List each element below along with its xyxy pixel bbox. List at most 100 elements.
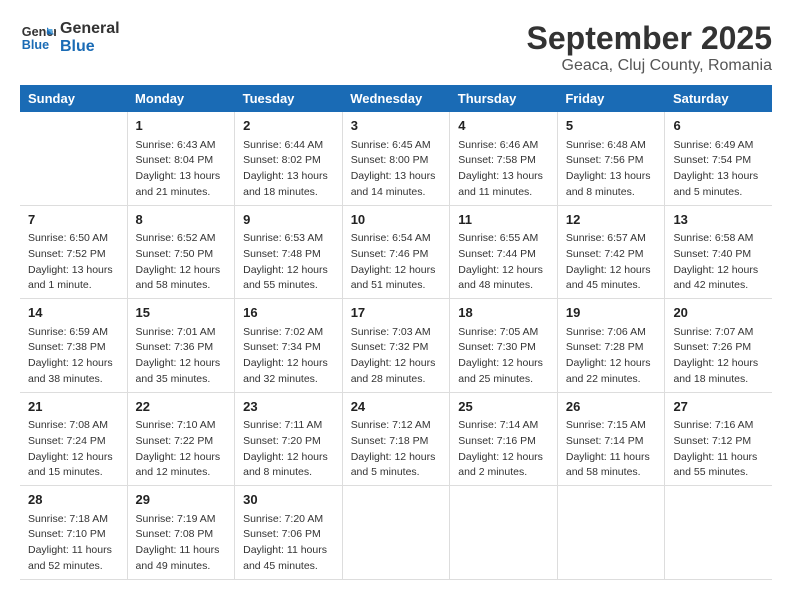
calendar-cell — [20, 112, 127, 205]
cell-info: Sunrise: 7:01 AM Sunset: 7:36 PM Dayligh… — [136, 325, 227, 388]
cell-info: Sunrise: 7:19 AM Sunset: 7:08 PM Dayligh… — [136, 512, 227, 575]
calendar-cell: 6Sunrise: 6:49 AM Sunset: 7:54 PM Daylig… — [665, 112, 772, 205]
week-row: 14Sunrise: 6:59 AM Sunset: 7:38 PM Dayli… — [20, 299, 772, 393]
cell-info: Sunrise: 7:06 AM Sunset: 7:28 PM Dayligh… — [566, 325, 657, 388]
cell-date: 9 — [243, 210, 334, 230]
calendar-cell: 3Sunrise: 6:45 AM Sunset: 8:00 PM Daylig… — [342, 112, 450, 205]
week-row: 1Sunrise: 6:43 AM Sunset: 8:04 PM Daylig… — [20, 112, 772, 205]
header-day: Sunday — [20, 85, 127, 112]
cell-info: Sunrise: 7:12 AM Sunset: 7:18 PM Dayligh… — [351, 418, 442, 481]
calendar-cell: 19Sunrise: 7:06 AM Sunset: 7:28 PM Dayli… — [557, 299, 665, 393]
cell-info: Sunrise: 6:46 AM Sunset: 7:58 PM Dayligh… — [458, 138, 549, 201]
svg-text:Blue: Blue — [22, 38, 49, 52]
cell-date: 15 — [136, 303, 227, 323]
cell-info: Sunrise: 6:58 AM Sunset: 7:40 PM Dayligh… — [673, 231, 764, 294]
logo-icon: General Blue — [20, 20, 56, 56]
cell-info: Sunrise: 6:50 AM Sunset: 7:52 PM Dayligh… — [28, 231, 119, 294]
calendar-cell — [665, 486, 772, 580]
calendar-cell: 4Sunrise: 6:46 AM Sunset: 7:58 PM Daylig… — [450, 112, 558, 205]
cell-date: 18 — [458, 303, 549, 323]
cell-date: 11 — [458, 210, 549, 230]
calendar-cell: 15Sunrise: 7:01 AM Sunset: 7:36 PM Dayli… — [127, 299, 235, 393]
calendar-cell: 20Sunrise: 7:07 AM Sunset: 7:26 PM Dayli… — [665, 299, 772, 393]
page-subtitle: Geaca, Cluj County, Romania — [527, 57, 772, 75]
cell-date: 1 — [136, 116, 227, 136]
cell-date: 25 — [458, 397, 549, 417]
cell-info: Sunrise: 7:03 AM Sunset: 7:32 PM Dayligh… — [351, 325, 442, 388]
calendar-cell: 17Sunrise: 7:03 AM Sunset: 7:32 PM Dayli… — [342, 299, 450, 393]
cell-date: 20 — [673, 303, 764, 323]
cell-info: Sunrise: 6:54 AM Sunset: 7:46 PM Dayligh… — [351, 231, 442, 294]
logo: General Blue General Blue — [20, 20, 120, 56]
cell-date: 19 — [566, 303, 657, 323]
calendar-body: 1Sunrise: 6:43 AM Sunset: 8:04 PM Daylig… — [20, 112, 772, 579]
page-header: General Blue General Blue September 2025… — [20, 20, 772, 75]
cell-date: 28 — [28, 490, 119, 510]
cell-date: 16 — [243, 303, 334, 323]
week-row: 28Sunrise: 7:18 AM Sunset: 7:10 PM Dayli… — [20, 486, 772, 580]
calendar-cell: 24Sunrise: 7:12 AM Sunset: 7:18 PM Dayli… — [342, 392, 450, 486]
cell-info: Sunrise: 7:18 AM Sunset: 7:10 PM Dayligh… — [28, 512, 119, 575]
cell-info: Sunrise: 6:49 AM Sunset: 7:54 PM Dayligh… — [673, 138, 764, 201]
week-row: 21Sunrise: 7:08 AM Sunset: 7:24 PM Dayli… — [20, 392, 772, 486]
cell-info: Sunrise: 6:55 AM Sunset: 7:44 PM Dayligh… — [458, 231, 549, 294]
calendar-cell: 29Sunrise: 7:19 AM Sunset: 7:08 PM Dayli… — [127, 486, 235, 580]
cell-date: 17 — [351, 303, 442, 323]
calendar-cell — [557, 486, 665, 580]
cell-info: Sunrise: 7:20 AM Sunset: 7:06 PM Dayligh… — [243, 512, 334, 575]
cell-info: Sunrise: 6:48 AM Sunset: 7:56 PM Dayligh… — [566, 138, 657, 201]
cell-date: 27 — [673, 397, 764, 417]
calendar-cell: 2Sunrise: 6:44 AM Sunset: 8:02 PM Daylig… — [235, 112, 343, 205]
cell-date: 4 — [458, 116, 549, 136]
calendar-cell: 9Sunrise: 6:53 AM Sunset: 7:48 PM Daylig… — [235, 205, 343, 299]
calendar-header: SundayMondayTuesdayWednesdayThursdayFrid… — [20, 85, 772, 112]
cell-info: Sunrise: 6:57 AM Sunset: 7:42 PM Dayligh… — [566, 231, 657, 294]
header-day: Thursday — [450, 85, 558, 112]
calendar-cell: 22Sunrise: 7:10 AM Sunset: 7:22 PM Dayli… — [127, 392, 235, 486]
cell-date: 23 — [243, 397, 334, 417]
cell-info: Sunrise: 6:59 AM Sunset: 7:38 PM Dayligh… — [28, 325, 119, 388]
cell-date: 3 — [351, 116, 442, 136]
calendar-cell: 8Sunrise: 6:52 AM Sunset: 7:50 PM Daylig… — [127, 205, 235, 299]
calendar-cell: 21Sunrise: 7:08 AM Sunset: 7:24 PM Dayli… — [20, 392, 127, 486]
header-day: Friday — [557, 85, 665, 112]
calendar-cell: 26Sunrise: 7:15 AM Sunset: 7:14 PM Dayli… — [557, 392, 665, 486]
cell-info: Sunrise: 6:44 AM Sunset: 8:02 PM Dayligh… — [243, 138, 334, 201]
calendar-table: SundayMondayTuesdayWednesdayThursdayFrid… — [20, 85, 772, 580]
cell-info: Sunrise: 7:14 AM Sunset: 7:16 PM Dayligh… — [458, 418, 549, 481]
calendar-cell: 25Sunrise: 7:14 AM Sunset: 7:16 PM Dayli… — [450, 392, 558, 486]
calendar-cell: 5Sunrise: 6:48 AM Sunset: 7:56 PM Daylig… — [557, 112, 665, 205]
calendar-cell: 18Sunrise: 7:05 AM Sunset: 7:30 PM Dayli… — [450, 299, 558, 393]
cell-date: 13 — [673, 210, 764, 230]
cell-date: 12 — [566, 210, 657, 230]
calendar-cell: 16Sunrise: 7:02 AM Sunset: 7:34 PM Dayli… — [235, 299, 343, 393]
cell-date: 10 — [351, 210, 442, 230]
cell-date: 21 — [28, 397, 119, 417]
calendar-cell — [450, 486, 558, 580]
calendar-cell: 10Sunrise: 6:54 AM Sunset: 7:46 PM Dayli… — [342, 205, 450, 299]
cell-date: 2 — [243, 116, 334, 136]
logo-blue: Blue — [60, 38, 120, 56]
cell-date: 5 — [566, 116, 657, 136]
calendar-cell: 7Sunrise: 6:50 AM Sunset: 7:52 PM Daylig… — [20, 205, 127, 299]
cell-info: Sunrise: 6:53 AM Sunset: 7:48 PM Dayligh… — [243, 231, 334, 294]
cell-info: Sunrise: 7:10 AM Sunset: 7:22 PM Dayligh… — [136, 418, 227, 481]
cell-info: Sunrise: 6:52 AM Sunset: 7:50 PM Dayligh… — [136, 231, 227, 294]
cell-info: Sunrise: 6:45 AM Sunset: 8:00 PM Dayligh… — [351, 138, 442, 201]
header-day: Wednesday — [342, 85, 450, 112]
cell-date: 26 — [566, 397, 657, 417]
calendar-cell: 14Sunrise: 6:59 AM Sunset: 7:38 PM Dayli… — [20, 299, 127, 393]
page-title: September 2025 — [527, 20, 772, 57]
cell-date: 29 — [136, 490, 227, 510]
cell-info: Sunrise: 7:02 AM Sunset: 7:34 PM Dayligh… — [243, 325, 334, 388]
calendar-cell: 11Sunrise: 6:55 AM Sunset: 7:44 PM Dayli… — [450, 205, 558, 299]
cell-date: 14 — [28, 303, 119, 323]
header-day: Saturday — [665, 85, 772, 112]
title-block: September 2025 Geaca, Cluj County, Roman… — [527, 20, 772, 75]
week-row: 7Sunrise: 6:50 AM Sunset: 7:52 PM Daylig… — [20, 205, 772, 299]
logo-general: General — [60, 20, 120, 38]
calendar-cell: 30Sunrise: 7:20 AM Sunset: 7:06 PM Dayli… — [235, 486, 343, 580]
cell-info: Sunrise: 7:07 AM Sunset: 7:26 PM Dayligh… — [673, 325, 764, 388]
cell-date: 22 — [136, 397, 227, 417]
calendar-cell: 12Sunrise: 6:57 AM Sunset: 7:42 PM Dayli… — [557, 205, 665, 299]
